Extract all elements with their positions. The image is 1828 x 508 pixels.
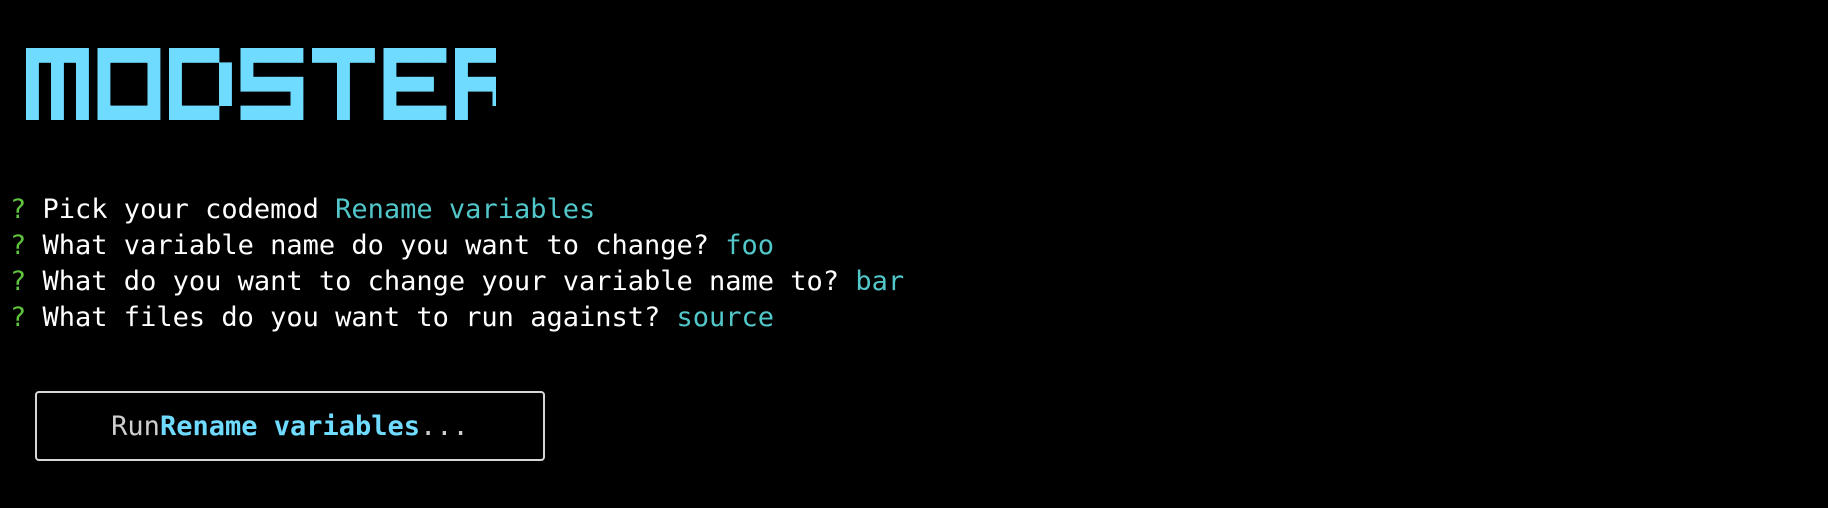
- question-mark-icon: ?: [10, 302, 27, 333]
- prompt-question: Pick your codemod: [42, 194, 319, 225]
- prompt-question: What files do you want to run against?: [42, 302, 661, 333]
- prompt-list: ? Pick your codemod Rename variables ? W…: [10, 192, 1210, 336]
- prompt-answer: foo: [725, 230, 775, 261]
- terminal-window: ? Pick your codemod Rename variables ? W…: [0, 0, 1828, 508]
- prompt-answer: bar: [855, 266, 905, 297]
- prompt-answer: source: [676, 302, 775, 333]
- question-mark-icon: ?: [10, 266, 27, 297]
- logo-letter-e: [383, 48, 447, 120]
- run-status-box: Run Rename variables...: [35, 391, 545, 461]
- run-prefix: Run: [111, 410, 160, 442]
- modster-logo: [26, 48, 496, 120]
- logo-letter-r: [455, 48, 496, 120]
- prompt-files: ? What files do you want to run against?…: [10, 300, 1210, 336]
- prompt-question: What variable name do you want to change…: [42, 230, 710, 261]
- logo-letter-d: [169, 48, 232, 120]
- logo-letter-m: [26, 48, 89, 120]
- run-ellipsis: ...: [420, 410, 469, 442]
- logo-letter-o: [97, 48, 161, 120]
- logo-letter-s: [240, 48, 304, 120]
- run-codemod-name: Rename variables: [159, 410, 421, 442]
- logo-letter-t: [312, 48, 375, 120]
- prompt-codemod: ? Pick your codemod Rename variables: [10, 192, 1210, 228]
- question-mark-icon: ?: [10, 230, 27, 261]
- question-mark-icon: ?: [10, 194, 27, 225]
- prompt-question: What do you want to change your variable…: [42, 266, 840, 297]
- prompt-variable-name: ? What variable name do you want to chan…: [10, 228, 1210, 264]
- prompt-new-name: ? What do you want to change your variab…: [10, 264, 1210, 300]
- prompt-answer: Rename variables: [335, 194, 596, 225]
